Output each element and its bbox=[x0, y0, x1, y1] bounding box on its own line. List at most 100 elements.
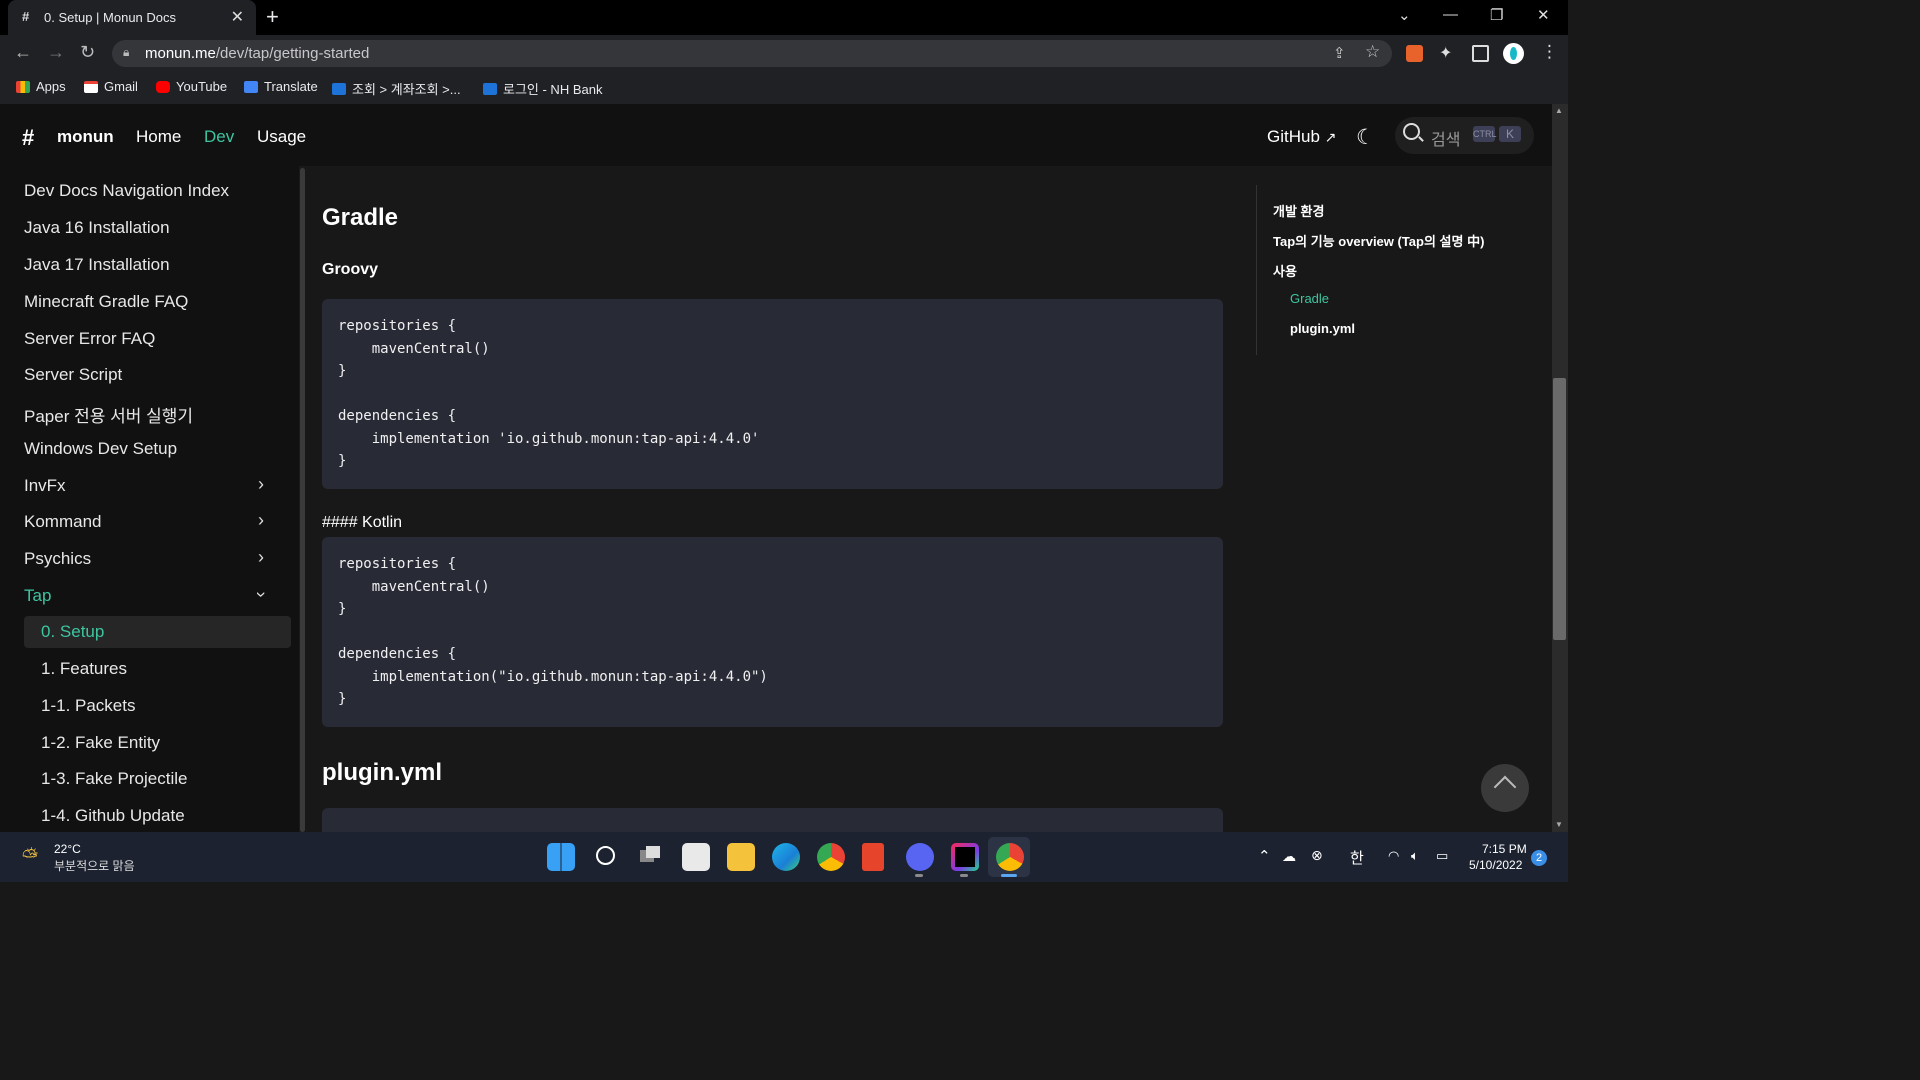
nav-usage[interactable]: Usage bbox=[257, 127, 306, 147]
chevron-right-icon[interactable]: › bbox=[258, 474, 264, 495]
page-scrollbar-thumb[interactable] bbox=[1553, 378, 1566, 640]
file-explorer-icon[interactable] bbox=[727, 843, 755, 871]
tray-overflow-chevron-icon[interactable]: ⌃ bbox=[1258, 847, 1271, 865]
search-taskbar-icon[interactable] bbox=[592, 843, 620, 871]
sidebar-item-gradle-faq[interactable]: Minecraft Gradle FAQ bbox=[24, 292, 188, 312]
intellij-icon[interactable] bbox=[951, 843, 979, 871]
weather-temp[interactable]: 22°C bbox=[54, 842, 81, 856]
url-text[interactable]: monun.me/dev/tap/getting-started bbox=[145, 45, 369, 62]
wifi-icon[interactable]: ◠ bbox=[1388, 848, 1399, 864]
share-icon[interactable]: ⇪ bbox=[1333, 44, 1346, 62]
bookmark-apps[interactable]: Apps bbox=[16, 79, 66, 94]
volume-icon[interactable]: 🔈︎ bbox=[1411, 848, 1419, 864]
github-label: GitHub bbox=[1267, 127, 1320, 146]
chevron-right-icon[interactable]: › bbox=[258, 510, 264, 531]
sidebar-subitem-setup[interactable]: 0. Setup bbox=[41, 622, 104, 642]
github-link[interactable]: GitHub ↗ bbox=[1267, 127, 1336, 147]
windows-start-icon[interactable] bbox=[547, 843, 575, 871]
sidebar-item-server-script[interactable]: Server Script bbox=[24, 365, 122, 385]
back-icon[interactable]: ← bbox=[14, 42, 32, 63]
toc-item-overview[interactable]: Tap의 기능 overview (Tap의 설명 中) bbox=[1273, 231, 1484, 250]
discord-icon[interactable] bbox=[906, 843, 934, 871]
toc-item-usage[interactable]: 사용 bbox=[1273, 261, 1297, 280]
search-icon bbox=[1403, 123, 1420, 140]
gmail-icon bbox=[84, 80, 98, 93]
tab-favicon-icon: # bbox=[22, 9, 30, 24]
hash-logo-icon[interactable]: # bbox=[22, 125, 34, 151]
sidebar-item-paper-runner[interactable]: Paper 전용 서버 실행기 bbox=[24, 402, 193, 427]
clock-date[interactable]: 5/10/2022 bbox=[1469, 858, 1522, 872]
youtube-icon bbox=[156, 80, 170, 93]
back-to-top-button[interactable] bbox=[1481, 764, 1529, 812]
nav-home[interactable]: Home bbox=[136, 127, 181, 147]
profile-avatar-icon[interactable] bbox=[1503, 43, 1524, 64]
chevron-right-icon[interactable]: › bbox=[258, 547, 264, 568]
extensions-puzzle-icon[interactable]: ✦ bbox=[1439, 43, 1452, 63]
toc-item-gradle[interactable]: Gradle bbox=[1290, 291, 1329, 306]
bookmark-youtube[interactable]: YouTube bbox=[156, 79, 227, 94]
search-box[interactable]: 검색 CTRL K bbox=[1395, 117, 1534, 154]
sidebar-item-tap[interactable]: Tap bbox=[24, 586, 51, 606]
scroll-down-arrow-icon[interactable]: ▼ bbox=[1555, 820, 1563, 829]
side-panel-icon[interactable] bbox=[1472, 45, 1489, 62]
tray-x-icon[interactable]: ⊗ bbox=[1311, 847, 1323, 864]
nav-dev[interactable]: Dev bbox=[204, 127, 234, 147]
bookmark-nh-account[interactable]: 조회 > 계좌조회 >... bbox=[332, 79, 461, 98]
chrome-taskbar-icon[interactable] bbox=[817, 843, 845, 871]
weather-partly-cloudy-icon[interactable]: ⛅︎ bbox=[22, 846, 38, 869]
code-block-kotlin[interactable]: repositories { mavenCentral() } dependen… bbox=[322, 537, 1223, 727]
sidebar-item-psychics[interactable]: Psychics bbox=[24, 549, 91, 569]
toc-item-plugin-yml[interactable]: plugin.yml bbox=[1290, 321, 1355, 336]
notification-badge[interactable]: 2 bbox=[1531, 850, 1547, 866]
sidebar-subitem-packets[interactable]: 1-1. Packets bbox=[41, 696, 136, 716]
bookmark-nh-login[interactable]: 로그인 - NH Bank bbox=[483, 79, 602, 98]
ime-indicator[interactable]: 한 bbox=[1350, 847, 1364, 868]
chrome-taskbar-active-icon[interactable] bbox=[996, 843, 1024, 871]
task-view-icon[interactable] bbox=[637, 843, 665, 871]
toc-item-dev-env[interactable]: 개발 환경 bbox=[1273, 201, 1324, 220]
sidebar-item-windows-dev-setup[interactable]: Windows Dev Setup bbox=[24, 439, 177, 459]
clock-time[interactable]: 7:15 PM bbox=[1482, 842, 1527, 856]
chevron-down-icon[interactable]: › bbox=[251, 592, 272, 598]
sidebar-subitem-features[interactable]: 1. Features bbox=[41, 659, 127, 679]
sidebar-item-java17[interactable]: Java 17 Installation bbox=[24, 255, 170, 275]
edge-icon[interactable] bbox=[772, 843, 800, 871]
weather-desc[interactable]: 부분적으로 맑음 bbox=[54, 857, 135, 874]
reload-icon[interactable]: ↻ bbox=[80, 42, 95, 63]
site-brand[interactable]: monun bbox=[57, 127, 114, 147]
battery-icon[interactable]: ▭ bbox=[1436, 848, 1448, 864]
tab-search-icon[interactable]: ⌄ bbox=[1398, 6, 1411, 24]
dark-mode-moon-icon[interactable]: ☾ bbox=[1356, 125, 1375, 150]
bookmark-gmail[interactable]: Gmail bbox=[84, 79, 138, 94]
bookmark-translate[interactable]: Translate bbox=[244, 79, 318, 94]
sidebar-item-dev-docs-index[interactable]: Dev Docs Navigation Index bbox=[24, 181, 229, 201]
minimize-button[interactable]: — bbox=[1443, 6, 1458, 23]
close-tab-icon[interactable]: ✕ bbox=[231, 7, 244, 27]
extension-ex-icon[interactable] bbox=[1406, 45, 1423, 62]
code-block-groovy[interactable]: repositories { mavenCentral() } dependen… bbox=[322, 299, 1223, 489]
kbd-k: K bbox=[1499, 126, 1521, 142]
sidebar-subitem-fake-entity[interactable]: 1-2. Fake Entity bbox=[41, 733, 160, 753]
microsoft-store-icon[interactable] bbox=[682, 843, 710, 871]
sidebar-item-kommand[interactable]: Kommand bbox=[24, 512, 101, 532]
sidebar-subitem-fake-projectile[interactable]: 1-3. Fake Projectile bbox=[41, 769, 187, 789]
chrome-menu-icon[interactable]: ⋮ bbox=[1541, 42, 1558, 62]
bookmark-star-icon[interactable]: ☆ bbox=[1365, 42, 1380, 62]
lock-icon[interactable]: 🔒︎ bbox=[123, 45, 129, 60]
sidebar-subitem-github-update[interactable]: 1-4. Github Update bbox=[41, 806, 185, 826]
browser-tab[interactable]: # 0. Setup | Monun Docs ✕ bbox=[8, 0, 256, 35]
restore-button[interactable]: ❐ bbox=[1490, 6, 1503, 24]
onedrive-cloud-icon[interactable]: ☁︎ bbox=[1282, 848, 1296, 865]
sidebar-item-invfx[interactable]: InvFx bbox=[24, 476, 66, 496]
office-icon[interactable] bbox=[862, 843, 884, 871]
code-groovy: repositories { mavenCentral() } dependen… bbox=[338, 318, 760, 469]
chevron-up-icon bbox=[1493, 775, 1517, 799]
code-block-plugin-yml[interactable] bbox=[322, 808, 1223, 832]
scroll-up-arrow-icon[interactable]: ▲ bbox=[1555, 106, 1563, 115]
sidebar-item-server-error-faq[interactable]: Server Error FAQ bbox=[24, 329, 155, 349]
sidebar-item-java16[interactable]: Java 16 Installation bbox=[24, 218, 170, 238]
new-tab-button[interactable]: + bbox=[266, 4, 279, 30]
forward-icon[interactable]: → bbox=[47, 42, 65, 63]
close-window-button[interactable]: ✕ bbox=[1537, 6, 1550, 24]
apps-grid-icon bbox=[16, 80, 30, 93]
